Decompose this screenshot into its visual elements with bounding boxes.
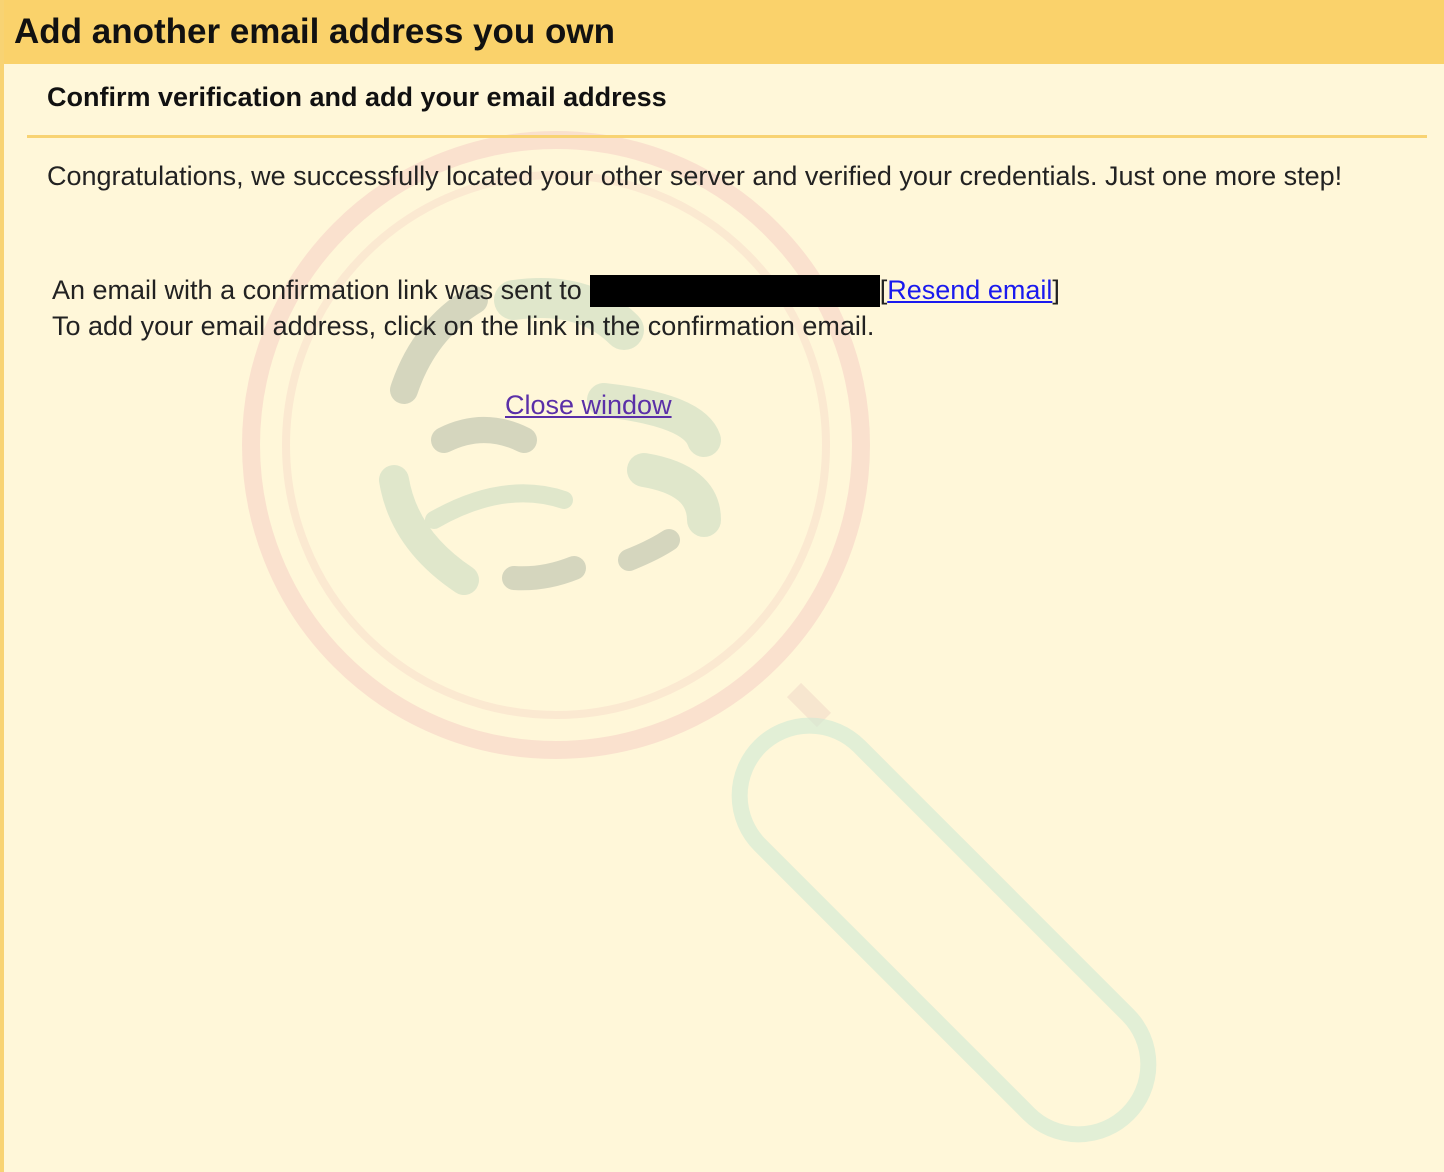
confirmation-sent-text: An email with a confirmation link was se… (52, 275, 582, 305)
instruction-text: To add your email address, click on the … (52, 311, 875, 341)
section-heading: Confirm verification and add your email … (47, 82, 667, 112)
divider (27, 135, 1427, 138)
dialog-header: Add another email address you own (4, 0, 1444, 64)
dialog-window: Add another email address you own Confir… (0, 0, 1444, 1172)
intro-text: Congratulations, we successfully located… (47, 161, 1343, 191)
confirmation-sent-line: An email with a confirmation link was se… (52, 272, 1060, 308)
dialog-title: Add another email address you own (14, 12, 615, 51)
resend-email-link[interactable]: Resend email (887, 275, 1052, 305)
close-window-link[interactable]: Close window (505, 387, 672, 423)
redacted-email-address (589, 275, 880, 307)
bracket-close: ] (1052, 275, 1060, 305)
